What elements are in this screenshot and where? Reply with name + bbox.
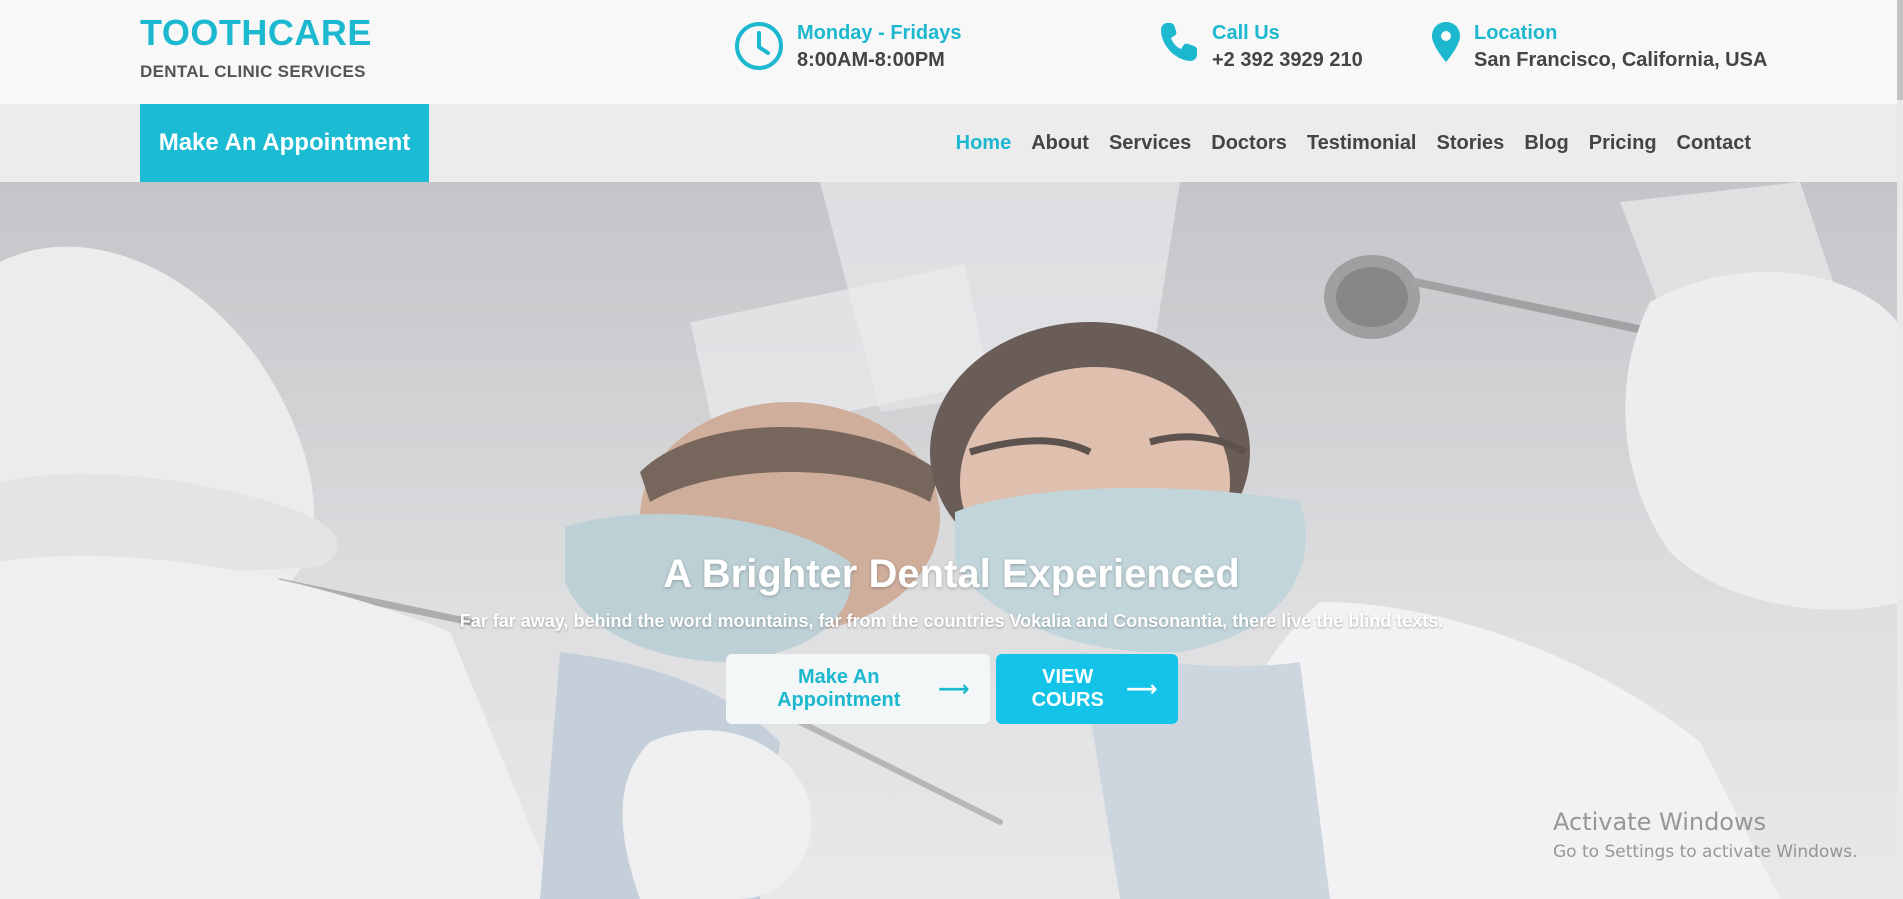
location: Location San Francisco, California, USA	[1430, 20, 1767, 74]
scrollbar-thumb[interactable]	[1897, 0, 1903, 100]
brand-title[interactable]: TOOTHCARE	[140, 12, 372, 54]
nav-item-pricing[interactable]: Pricing	[1589, 132, 1657, 155]
hero-subtitle: Far far away, behind the word mountains,…	[459, 611, 1444, 631]
phone-number[interactable]: +2 392 3929 210	[1212, 46, 1363, 74]
phone-icon	[1158, 20, 1200, 69]
clock-icon	[733, 20, 785, 77]
nav-item-blog[interactable]: Blog	[1524, 132, 1568, 155]
opening-hours: Monday - Fridays 8:00AM-8:00PM	[733, 20, 961, 77]
hero-buttons: Make An Appointment ⟶ VIEW COURS ⟶	[0, 654, 1903, 724]
make-appointment-button[interactable]: Make An Appointment	[140, 104, 429, 182]
nav-item-services[interactable]: Services	[1109, 132, 1191, 155]
location-title: Location	[1474, 22, 1558, 44]
hero-background-image	[0, 182, 1903, 899]
hero-content: A Brighter Dental Experienced Far far aw…	[0, 552, 1903, 724]
brand[interactable]: TOOTHCARE DENTAL CLINIC SERVICES	[140, 12, 372, 82]
watermark-title: Activate Windows	[1553, 808, 1767, 836]
call-title: Call Us	[1212, 22, 1280, 44]
view-courses-label: VIEW COURS	[1031, 666, 1104, 711]
hours-text: 8:00AM-8:00PM	[797, 49, 945, 71]
nav-item-about[interactable]: About	[1031, 132, 1089, 155]
map-pin-icon	[1430, 20, 1462, 69]
nav-item-home[interactable]: Home	[956, 132, 1012, 155]
main-navbar: Make An Appointment Home About Services …	[0, 104, 1903, 182]
hero-appointment-label: Make An Appointment	[777, 666, 901, 711]
hero-make-appointment-button[interactable]: Make An Appointment ⟶	[725, 654, 990, 724]
nav-item-stories[interactable]: Stories	[1437, 132, 1505, 155]
call-us: Call Us +2 392 3929 210	[1158, 20, 1363, 74]
view-courses-button[interactable]: VIEW COURS ⟶	[995, 654, 1178, 724]
arrow-right-icon: ⟶	[1125, 676, 1158, 701]
nav-item-testimonial[interactable]: Testimonial	[1307, 132, 1417, 155]
top-info-bar: TOOTHCARE DENTAL CLINIC SERVICES Monday …	[0, 0, 1903, 104]
arrow-right-icon: ⟶	[937, 676, 970, 701]
hours-title: Monday - Fridays	[797, 22, 962, 44]
main-nav: Home About Services Doctors Testimonial …	[936, 104, 1751, 182]
activate-windows-watermark: Activate Windows Go to Settings to activ…	[1553, 808, 1858, 862]
nav-item-doctors[interactable]: Doctors	[1211, 132, 1287, 155]
page-scrollbar[interactable]	[1897, 0, 1903, 899]
location-text: San Francisco, California, USA	[1474, 49, 1768, 71]
hero-section: A Brighter Dental Experienced Far far aw…	[0, 182, 1903, 899]
nav-item-contact[interactable]: Contact	[1677, 132, 1751, 155]
hero-title: A Brighter Dental Experienced	[663, 552, 1240, 596]
watermark-subtitle: Go to Settings to activate Windows.	[1553, 842, 1858, 862]
brand-subtitle: DENTAL CLINIC SERVICES	[140, 62, 366, 81]
